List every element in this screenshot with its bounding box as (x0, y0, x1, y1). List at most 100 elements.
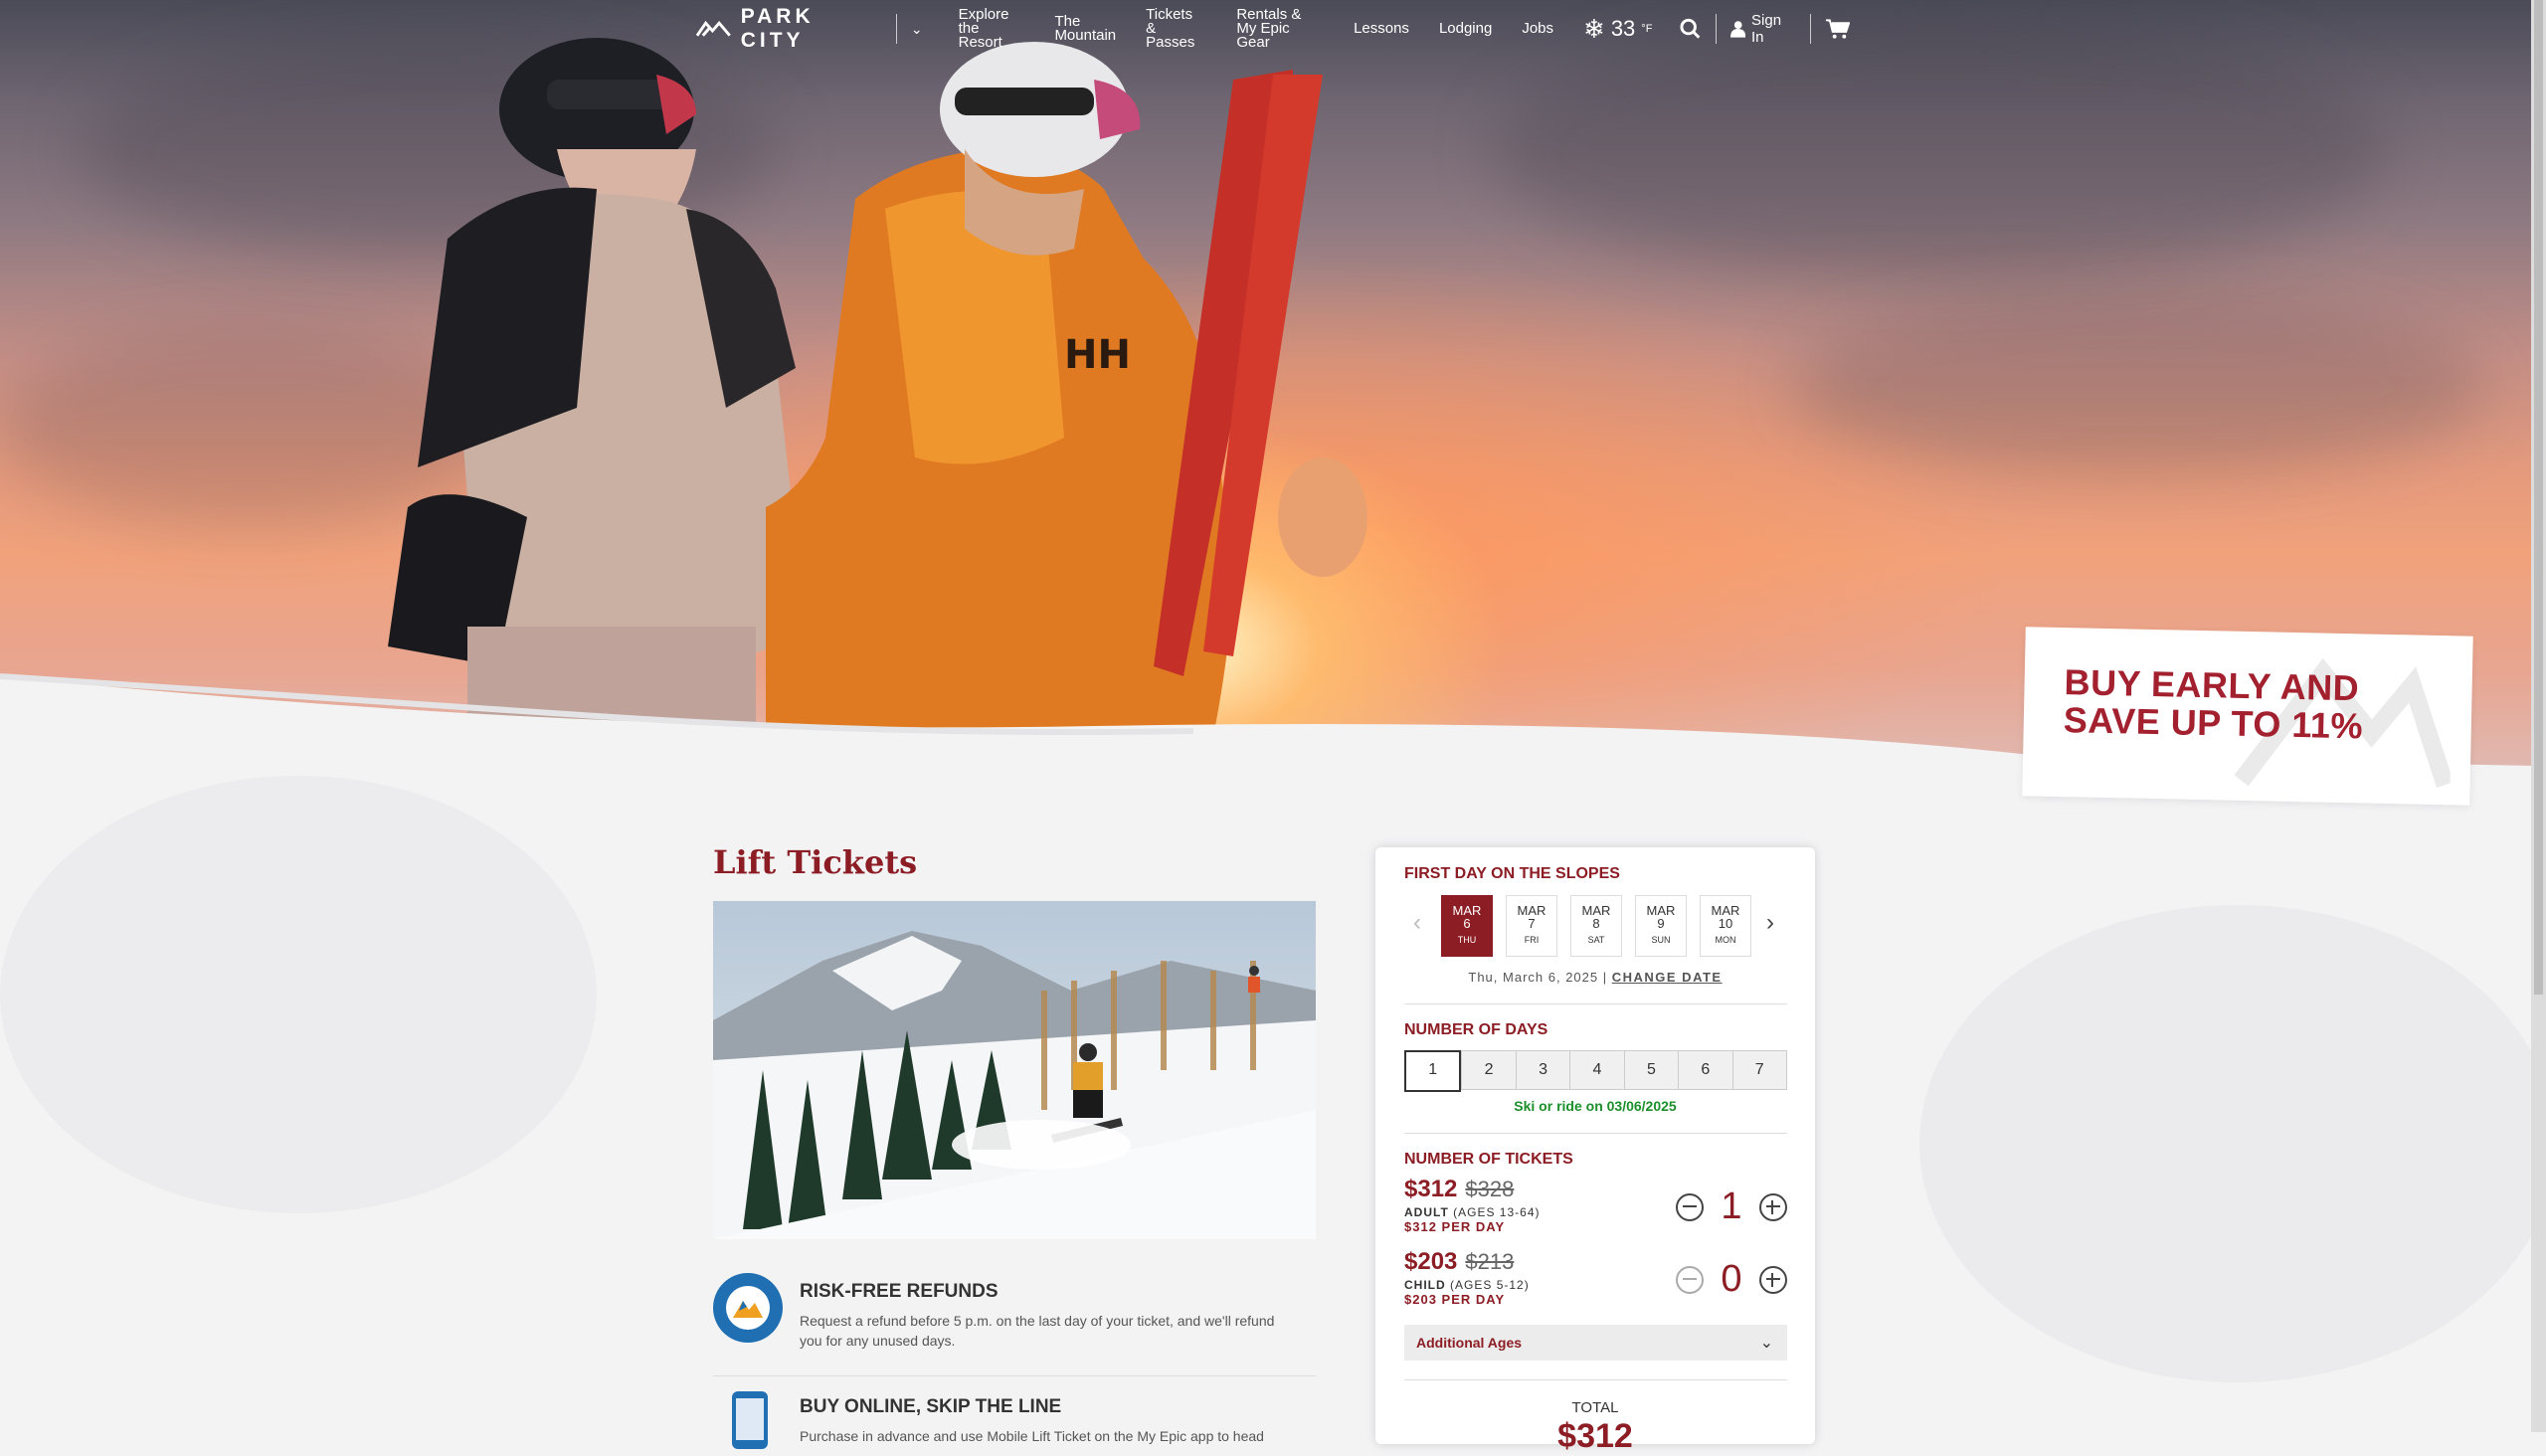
date-option-mar-9[interactable]: MAR 9 SUN (1635, 895, 1687, 957)
adult-quantity-stepper: 1 (1676, 1185, 1787, 1228)
logo-text: PARK CITY (740, 5, 815, 52)
ticket-old-price: $213 (1465, 1249, 1515, 1274)
page-title: Lift Tickets (713, 843, 918, 881)
ticket-price: $203 (1404, 1248, 1458, 1275)
ticket-type: ADULT (1404, 1205, 1449, 1219)
selected-date-text: Thu, March 6, 2025 | (1468, 970, 1608, 985)
ticket-quantity: 0 (1721, 1258, 1742, 1300)
nav-jobs[interactable]: Jobs (1522, 21, 1553, 36)
feature-description: Purchase in advance and use Mobile Lift … (800, 1428, 1264, 1444)
park-city-logo[interactable]: PARK CITY (696, 5, 882, 53)
ticket-old-price: $328 (1465, 1177, 1515, 1201)
date-day: 10 (1718, 916, 1733, 931)
date-option-mar-6[interactable]: MAR 6 THU (1441, 895, 1493, 957)
number-of-days-title: NUMBER OF DAYS (1404, 1021, 1548, 1038)
selected-date-line: Thu, March 6, 2025 | CHANGE DATE (1375, 970, 1815, 985)
nav-divider (1809, 14, 1811, 44)
svg-text:HH: HH (1064, 332, 1131, 378)
promo-line-2: SAVE UP TO 11% (2063, 699, 2364, 747)
day-option-5[interactable]: 5 (1623, 1050, 1679, 1090)
feature-risk-free-refunds: RISK-FREE REFUNDS Request a refund befor… (713, 1273, 1316, 1351)
ticket-price: $312 (1404, 1176, 1458, 1202)
book-with-confidence-badge-icon (713, 1273, 783, 1343)
date-option-mar-10[interactable]: MAR 10 MON (1700, 895, 1751, 957)
day-option-6[interactable]: 6 (1678, 1050, 1732, 1090)
date-day: 6 (1463, 916, 1471, 931)
booking-panel: FIRST DAY ON THE SLOPES ‹ MAR 6 THU MAR … (1375, 847, 1815, 1455)
total-label: TOTAL (1571, 1399, 1619, 1416)
date-weekday: SUN (1651, 935, 1671, 945)
ticket-ages: (AGES 13-64) (1453, 1205, 1541, 1219)
total-value: $312 (1557, 1417, 1633, 1455)
panel-divider (1404, 1379, 1787, 1380)
ski-date-confirmation: Ski or ride on 03/06/2025 (1514, 1098, 1677, 1114)
day-option-7[interactable]: 7 (1731, 1050, 1787, 1090)
date-day: 8 (1592, 916, 1600, 931)
phone-icon (732, 1391, 768, 1449)
promo-banner[interactable]: BUY EARLY AND SAVE UP TO 11% (2022, 627, 2473, 806)
snowboarder-photo (713, 901, 1316, 1239)
snowflake-icon: ❄ (1583, 13, 1605, 44)
ticket-type: CHILD (1404, 1278, 1446, 1292)
ticket-ages: (AGES 5-12) (1450, 1278, 1530, 1292)
date-day: 9 (1657, 916, 1665, 931)
chevron-right-icon[interactable]: › (1766, 909, 1774, 937)
minus-icon[interactable] (1676, 1192, 1704, 1221)
mountain-logo-icon (696, 20, 731, 37)
day-option-1[interactable]: 1 (1404, 1050, 1462, 1092)
feature-buy-online: BUY ONLINE, SKIP THE LINE Purchase in ad… (713, 1390, 1316, 1449)
cart-icon[interactable] (1825, 18, 1851, 40)
promo-text: BUY EARLY AND SAVE UP TO 11% (2063, 661, 2364, 747)
chevron-left-icon[interactable]: ‹ (1413, 909, 1421, 937)
day-option-4[interactable]: 4 (1569, 1050, 1624, 1090)
ticket-quantity: 1 (1721, 1185, 1742, 1227)
nav-explore-the-resort[interactable]: Explore the Resort (959, 7, 1025, 50)
additional-ages-label: Additional Ages (1416, 1335, 1523, 1351)
nav-lessons[interactable]: Lessons (1354, 21, 1409, 36)
weather-widget[interactable]: ❄ 33 °F (1583, 14, 1652, 45)
date-weekday: SAT (1587, 935, 1605, 945)
date-option-mar-8[interactable]: MAR 8 SAT (1570, 895, 1622, 957)
chevron-down-icon: ⌄ (1759, 1335, 1773, 1352)
nav-rentals-gear[interactable]: Rentals & My Epic Gear (1236, 7, 1324, 50)
feature-title: BUY ONLINE, SKIP THE LINE (800, 1396, 1062, 1417)
temperature-unit: °F (1641, 23, 1653, 35)
feature-description: Request a refund before 5 p.m. on the la… (800, 1313, 1275, 1349)
nav-the-mountain[interactable]: The Mountain (1054, 14, 1116, 43)
chevron-down-icon[interactable]: ⌄ (911, 21, 923, 38)
hero-skier-right: HH (766, 42, 1367, 736)
minus-icon[interactable] (1676, 1265, 1704, 1294)
feature-divider (713, 1375, 1316, 1376)
first-day-title: FIRST DAY ON THE SLOPES (1404, 865, 1620, 882)
hero-skier-left (388, 38, 806, 746)
nav-divider (1715, 14, 1717, 44)
additional-ages-dropdown[interactable]: Additional Ages ⌄ (1404, 1325, 1787, 1361)
panel-divider (1404, 1133, 1787, 1134)
day-option-2[interactable]: 2 (1461, 1050, 1516, 1090)
plus-icon[interactable] (1759, 1192, 1787, 1221)
date-day: 7 (1528, 916, 1536, 931)
ticket-row-adult: $312 $328 ADULT (AGES 13-64) $312 PER DAY… (1404, 1176, 1787, 1245)
sign-in-label: Sign In (1751, 12, 1782, 46)
days-selector: 1 2 3 4 5 6 7 (1404, 1050, 1787, 1092)
nav-lodging[interactable]: Lodging (1439, 21, 1492, 36)
panel-divider (1404, 1003, 1787, 1004)
change-date-link[interactable]: CHANGE DATE (1612, 970, 1723, 985)
ticket-row-child: $203 $213 CHILD (AGES 5-12) $203 PER DAY … (1404, 1248, 1787, 1318)
nav-tickets-passes[interactable]: Tickets & Passes (1146, 7, 1206, 50)
date-weekday: MON (1715, 935, 1736, 945)
day-option-3[interactable]: 3 (1515, 1050, 1570, 1090)
number-of-tickets-title: NUMBER OF TICKETS (1404, 1151, 1573, 1168)
child-quantity-stepper: 0 (1676, 1258, 1787, 1301)
feature-title: RISK-FREE REFUNDS (800, 1281, 999, 1302)
date-weekday: THU (1457, 935, 1477, 945)
temperature-value: 33 (1610, 16, 1636, 41)
nav-divider (895, 14, 897, 44)
top-navigation: PARK CITY ⌄ Explore the Resort The Mount… (696, 0, 1851, 58)
plus-icon[interactable] (1759, 1265, 1787, 1294)
user-icon (1729, 21, 1746, 38)
date-option-mar-7[interactable]: MAR 7 FRI (1506, 895, 1557, 957)
sign-in-link[interactable]: Sign In (1729, 12, 1796, 46)
search-icon[interactable] (1680, 18, 1701, 40)
date-weekday: FRI (1524, 935, 1540, 945)
